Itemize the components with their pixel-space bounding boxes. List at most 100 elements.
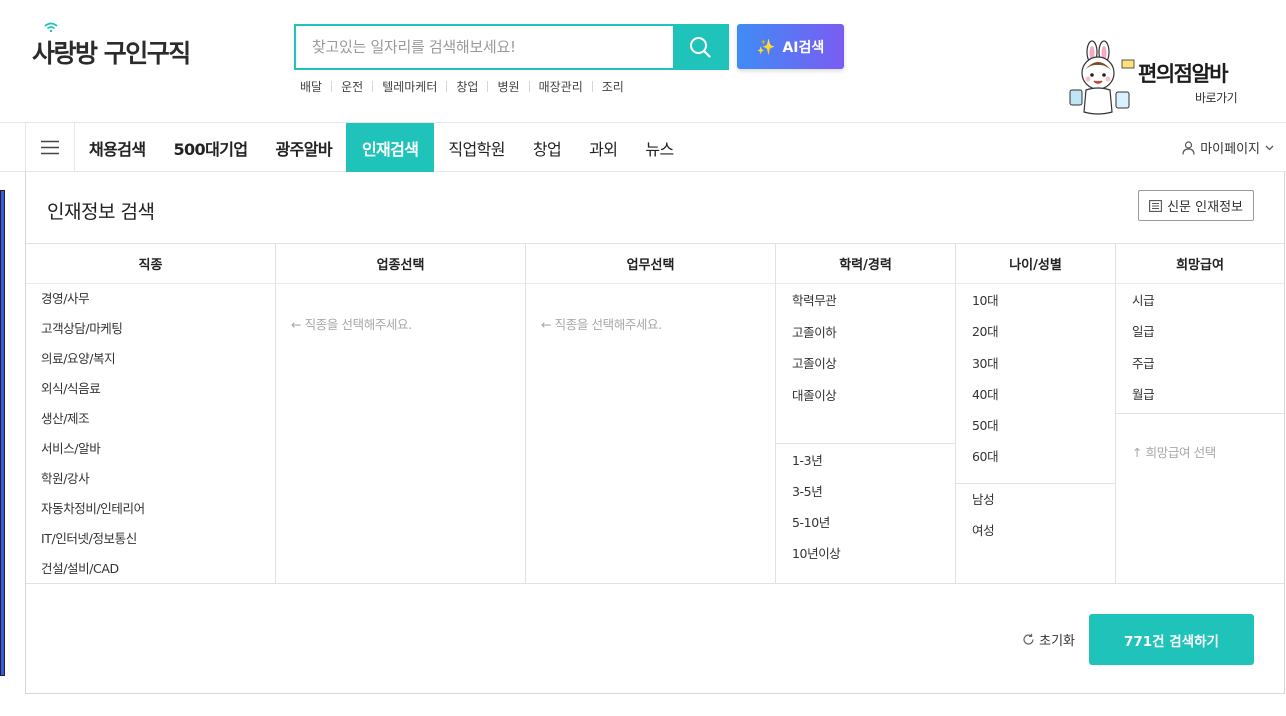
quick-link[interactable]: 병원 [497, 78, 519, 95]
main-nav: 채용검색 500대기업 광주알바 인재검색 직업학원 창업 과외 뉴스 마이페이지 [0, 122, 1286, 172]
sparkle-icon: ✨ [756, 37, 776, 56]
site-logo[interactable]: 사랑방 구인구직 [32, 22, 191, 70]
filter-grid: 직종 경영/사무 고객상담/마케팅 의료/요양/복지 외식/식음료 생산/제조 서비스/알… [26, 243, 1284, 584]
age-list: 10대 20대 30대 40대 50대 60대 [972, 285, 999, 473]
salary-column-title: 희망급여 [1116, 244, 1284, 284]
nav-tab[interactable]: 채용검색 [75, 123, 159, 172]
quick-links: 배달 운전 텔레마케터 창업 병원 매장관리 조리 [300, 78, 624, 95]
quick-link-separator [528, 81, 530, 92]
quick-link[interactable]: 매장관리 [539, 78, 583, 95]
career-option[interactable]: 1-3년 [792, 445, 840, 476]
mypage-menu[interactable]: 마이페이지 [1182, 123, 1274, 172]
education-career-title: 학력/경력 [776, 244, 955, 284]
education-option[interactable]: 고졸이상 [792, 348, 837, 380]
nav-divider [25, 123, 26, 172]
job-category-option[interactable]: 건설/설비/CAD [41, 554, 145, 584]
career-option[interactable]: 10년이상 [792, 538, 841, 569]
panel-title: 인재정보 검색 [47, 201, 155, 223]
age-option[interactable]: 10대 [972, 285, 999, 316]
site-header: 사랑방 구인구직 ✨ AI검색 배달 운전 텔레마케터 창업 병원 매장관리 조리 [0, 0, 1286, 122]
nav-items: 채용검색 500대기업 광주알바 인재검색 직업학원 창업 과외 뉴스 [75, 123, 688, 172]
user-icon [1182, 140, 1195, 155]
job-column-title: 직종 [26, 244, 275, 284]
search-icon [690, 37, 711, 58]
talent-search-panel: 인재정보 검색 신문 인재정보 직종 경영/사무 고객상담/마케팅 의료/요양/복지… [25, 172, 1285, 694]
age-option[interactable]: 60대 [972, 441, 999, 472]
panel-actions: 초기화 771건 검색하기 [1022, 614, 1254, 665]
quick-link[interactable]: 배달 [300, 78, 322, 95]
bunny-mascot-icon [1069, 40, 1135, 115]
salary-type-option[interactable]: 일급 [1132, 316, 1155, 347]
career-option[interactable]: 3-5년 [792, 476, 840, 507]
mypage-label: 마이페이지 [1200, 142, 1260, 157]
education-option[interactable]: 고졸이하 [792, 317, 837, 349]
age-option[interactable]: 50대 [972, 410, 999, 441]
quick-link-separator [331, 81, 333, 92]
career-option[interactable]: 5-10년 [792, 507, 840, 538]
quick-link[interactable]: 운전 [341, 78, 363, 95]
salary-hint: ↑ 희망급여 선택 [1132, 445, 1216, 460]
salary-list: 시급 일급 주급 월급 [1132, 285, 1155, 410]
industry-column-title: 업종선택 [276, 244, 525, 284]
ai-search-label: AI검색 [782, 39, 825, 56]
age-gender-column: 나이/성별 10대 20대 30대 40대 50대 60대 남성 여성 [956, 244, 1116, 583]
newspaper-talent-label: 신문 인재정보 [1167, 200, 1243, 215]
quick-link[interactable]: 창업 [456, 78, 478, 95]
job-category-option[interactable]: 생산/제조 [41, 404, 145, 434]
job-category-option[interactable]: 경영/사무 [41, 284, 145, 314]
job-category-option[interactable]: 의료/요양/복지 [41, 344, 145, 374]
quick-link[interactable]: 조리 [602, 78, 624, 95]
left-edge-strip [0, 190, 5, 676]
nav-tab[interactable]: 인재검색 [345, 123, 435, 172]
section-divider [776, 443, 955, 444]
quick-link[interactable]: 텔레마케터 [382, 78, 437, 95]
gender-option[interactable]: 남성 [972, 484, 995, 515]
job-category-option[interactable]: 자동차정비/인테리어 [41, 494, 145, 524]
job-category-option[interactable]: 고객상담/마케팅 [41, 314, 145, 344]
nav-tab[interactable]: 과외 [575, 123, 631, 172]
job-category-option[interactable]: 외식/식음료 [41, 374, 145, 404]
age-gender-title: 나이/성별 [956, 244, 1115, 284]
education-option[interactable]: 대졸이상 [792, 380, 837, 412]
quick-link-separator [372, 81, 374, 92]
nav-tab[interactable]: 광주알바 [261, 123, 345, 172]
industry-column: 업종선택 ← 직종을 선택해주세요. [276, 244, 526, 583]
quick-link-separator [446, 81, 448, 92]
job-list: 경영/사무 고객상담/마케팅 의료/요양/복지 외식/식음료 생산/제조 서비스/알바 학원… [41, 284, 145, 584]
wifi-icon [44, 22, 58, 32]
ai-search-button[interactable]: ✨ AI검색 [737, 24, 844, 69]
quick-link-separator [487, 81, 489, 92]
nav-tab[interactable]: 500대기업 [159, 123, 261, 172]
convenience-store-job-banner[interactable]: 편의점알바 바로가기 [1062, 40, 1282, 116]
education-option[interactable]: 학력무관 [792, 285, 837, 317]
job-category-option[interactable]: 서비스/알바 [41, 434, 145, 464]
salary-column: 희망급여 시급 일급 주급 월급 ↑ 희망급여 선택 [1116, 244, 1284, 583]
duty-hint: ← 직종을 선택해주세요. [541, 317, 662, 332]
promo-subtitle: 바로가기 [1195, 91, 1238, 105]
education-list: 학력무관 고졸이하 고졸이상 대졸이상 [792, 285, 837, 412]
newspaper-talent-button[interactable]: 신문 인재정보 [1138, 190, 1254, 221]
age-option[interactable]: 20대 [972, 316, 999, 347]
reset-label: 초기화 [1039, 634, 1075, 649]
search-button[interactable] [673, 26, 727, 68]
hamburger-menu-icon[interactable] [41, 140, 59, 155]
reset-button[interactable]: 초기화 [1022, 630, 1075, 649]
salary-type-option[interactable]: 월급 [1132, 379, 1155, 410]
job-category-option[interactable]: 학원/강사 [41, 464, 145, 494]
gender-option[interactable]: 여성 [972, 515, 995, 546]
section-divider [1116, 413, 1284, 414]
education-career-column: 학력/경력 학력무관 고졸이하 고졸이상 대졸이상 1-3년 3-5년 5-10년 10년이… [776, 244, 956, 583]
nav-tab[interactable]: 뉴스 [631, 123, 687, 172]
search-input[interactable] [296, 26, 673, 68]
duty-column-title: 업무선택 [526, 244, 775, 284]
career-list: 1-3년 3-5년 5-10년 10년이상 [792, 445, 841, 569]
search-submit-button[interactable]: 771건 검색하기 [1089, 614, 1254, 665]
nav-tab[interactable]: 창업 [519, 123, 575, 172]
gender-list: 남성 여성 [972, 484, 995, 546]
age-option[interactable]: 30대 [972, 348, 999, 379]
nav-tab[interactable]: 직업학원 [434, 123, 518, 172]
salary-type-option[interactable]: 시급 [1132, 285, 1155, 316]
age-option[interactable]: 40대 [972, 379, 999, 410]
salary-type-option[interactable]: 주급 [1132, 348, 1155, 379]
job-category-option[interactable]: IT/인터넷/정보통신 [41, 524, 145, 554]
